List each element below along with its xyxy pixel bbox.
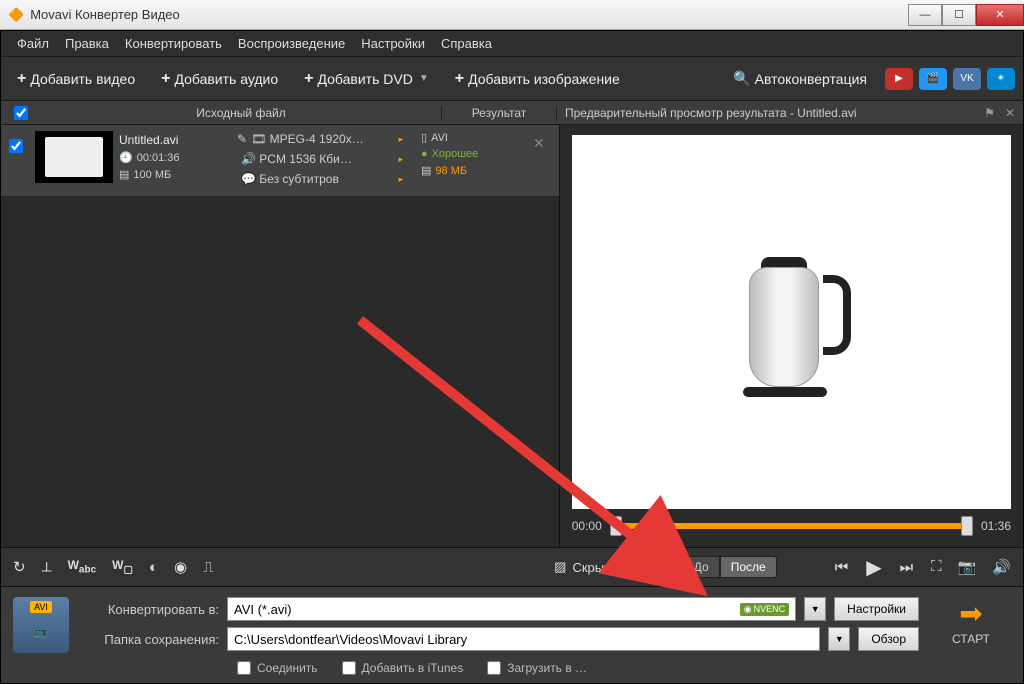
preview-image: [731, 247, 851, 397]
src-audio[interactable]: PCM 1536 Кби…: [259, 152, 352, 166]
youtube-icon[interactable]: ▶: [885, 68, 913, 90]
equalizer-icon[interactable]: ⎍: [203, 559, 214, 576]
file-checkbox[interactable]: [9, 139, 23, 153]
itunes-checkbox[interactable]: Добавить в iTunes: [342, 661, 464, 675]
minimize-button[interactable]: —: [908, 4, 942, 26]
controls-bar: ↻ ⟂ Wabc W▢ ◐ ◉ ⎍ ▨ Скрыть плеер До Посл…: [1, 547, 1023, 587]
format-icon[interactable]: AVI 📺: [13, 597, 69, 653]
src-subs[interactable]: Без субтитров: [259, 172, 339, 186]
col-source: Исходный файл: [41, 106, 441, 120]
src-codec[interactable]: MPEG-4 1920x…: [270, 132, 364, 146]
next-icon[interactable]: ⏭: [900, 559, 914, 576]
convert-to-field[interactable]: AVI (*.avi) ◉ NVENC: [227, 597, 796, 621]
prev-icon[interactable]: ⏮: [835, 559, 849, 576]
capture-icon[interactable]: 📷: [958, 558, 977, 576]
col-result: Результат: [441, 106, 556, 120]
watermark-image-icon[interactable]: W▢: [112, 558, 133, 575]
rotate-icon[interactable]: ↻: [13, 558, 26, 576]
bottom-panel: AVI 📺 Конвертировать в: AVI (*.avi) ◉ NV…: [1, 587, 1023, 683]
disk-icon: ▤: [421, 164, 431, 177]
app-icon: 🔶: [8, 7, 24, 23]
volume-icon[interactable]: 🔊: [992, 558, 1011, 576]
window-title: Movavi Конвертер Видео: [30, 7, 180, 22]
menu-file[interactable]: Файл: [11, 36, 55, 51]
out-format: AVI: [431, 132, 448, 144]
browse-button[interactable]: Обзор: [858, 627, 919, 651]
menu-playback[interactable]: Воспроизведение: [232, 36, 351, 51]
snapshot-icon[interactable]: ◉: [174, 558, 187, 576]
play-icon[interactable]: ▶: [866, 555, 881, 580]
share-icon[interactable]: 🎬: [919, 68, 947, 90]
save-to-field[interactable]: C:\Users\dontfear\Videos\Movavi Library: [227, 627, 820, 651]
remove-file-button[interactable]: ✕: [527, 131, 551, 156]
fullscreen-icon[interactable]: ⛶: [931, 558, 942, 576]
out-size[interactable]: 98 МБ: [435, 165, 467, 177]
file-row[interactable]: Untitled.avi 🕘00:01:36 ▤100 МБ ✎🎞 MPEG-4…: [1, 125, 559, 197]
timeline[interactable]: 00:00 01:36: [572, 509, 1011, 543]
time-start: 00:00: [572, 519, 602, 533]
convert-to-dropdown[interactable]: ▼: [804, 597, 826, 621]
menu-help[interactable]: Справка: [435, 36, 498, 51]
out-quality[interactable]: Хорошее: [432, 148, 479, 160]
crop-icon[interactable]: ⟂: [42, 559, 52, 576]
time-end: 01:36: [981, 519, 1011, 533]
seek-track[interactable]: [610, 523, 973, 529]
convert-to-label: Конвертировать в:: [81, 602, 219, 617]
menu-settings[interactable]: Настройки: [355, 36, 431, 51]
vk-icon[interactable]: VK: [953, 68, 981, 90]
file-duration: 00:01:36: [137, 152, 180, 164]
start-icon[interactable]: ➡: [959, 597, 982, 630]
col-preview: Предварительный просмотр результата - Un…: [565, 106, 857, 120]
upload-checkbox[interactable]: Загрузить в …: [487, 661, 587, 675]
menu-edit[interactable]: Правка: [59, 36, 115, 51]
file-size: 100 МБ: [133, 169, 171, 181]
close-preview-icon[interactable]: ✕: [1005, 106, 1015, 120]
collapse-icon: ▨: [554, 559, 566, 575]
main-toolbar: +Добавить видео +Добавить аудио +Добавит…: [1, 57, 1023, 101]
add-video-button[interactable]: +Добавить видео: [9, 66, 143, 92]
maximize-button[interactable]: ☐: [942, 4, 976, 26]
seek-handle-end[interactable]: [961, 516, 973, 536]
file-thumbnail: [35, 131, 113, 183]
autoconvert-button[interactable]: 🔍Автоконвертация: [725, 66, 875, 91]
add-audio-button[interactable]: +Добавить аудио: [153, 66, 286, 92]
hide-player-button[interactable]: ▨ Скрыть плеер: [554, 559, 657, 575]
search-icon: 🔍: [733, 70, 750, 87]
after-button[interactable]: После: [720, 556, 777, 578]
adjust-icon[interactable]: ◐: [149, 559, 158, 576]
pin-icon[interactable]: ⚑: [984, 106, 995, 120]
select-all-checkbox[interactable]: [14, 106, 28, 120]
join-checkbox[interactable]: Соединить: [237, 661, 318, 675]
reel-icon[interactable]: ✴: [987, 68, 1015, 90]
device-icon: ▯: [421, 131, 427, 144]
save-to-label: Папка сохранения:: [81, 632, 219, 647]
columns-header: Исходный файл Результат Предварительный …: [1, 101, 1023, 125]
window-titlebar: 🔶 Movavi Конвертер Видео — ☐ ✕: [0, 0, 1024, 30]
disk-icon: ▤: [119, 168, 129, 181]
add-image-button[interactable]: +Добавить изображение: [447, 66, 628, 92]
file-name: Untitled.avi: [119, 133, 229, 147]
close-button[interactable]: ✕: [976, 4, 1024, 26]
menubar: Файл Правка Конвертировать Воспроизведен…: [1, 31, 1023, 57]
preview-canvas: [572, 135, 1011, 509]
watermark-text-icon[interactable]: Wabc: [68, 558, 97, 575]
file-list-pane: Untitled.avi 🕘00:01:36 ▤100 МБ ✎🎞 MPEG-4…: [1, 125, 560, 547]
add-dvd-button[interactable]: +Добавить DVD▼: [296, 66, 437, 92]
seek-handle-start[interactable]: [610, 516, 622, 536]
menu-convert[interactable]: Конвертировать: [119, 36, 228, 51]
clock-icon: 🕘: [119, 151, 133, 164]
before-button[interactable]: До: [683, 556, 720, 578]
start-button[interactable]: СТАРТ: [952, 632, 990, 646]
preview-pane: 00:00 01:36: [560, 125, 1023, 547]
settings-button[interactable]: Настройки: [834, 597, 919, 621]
save-to-dropdown[interactable]: ▼: [828, 627, 850, 651]
nvenc-badge: ◉ NVENC: [740, 603, 789, 616]
